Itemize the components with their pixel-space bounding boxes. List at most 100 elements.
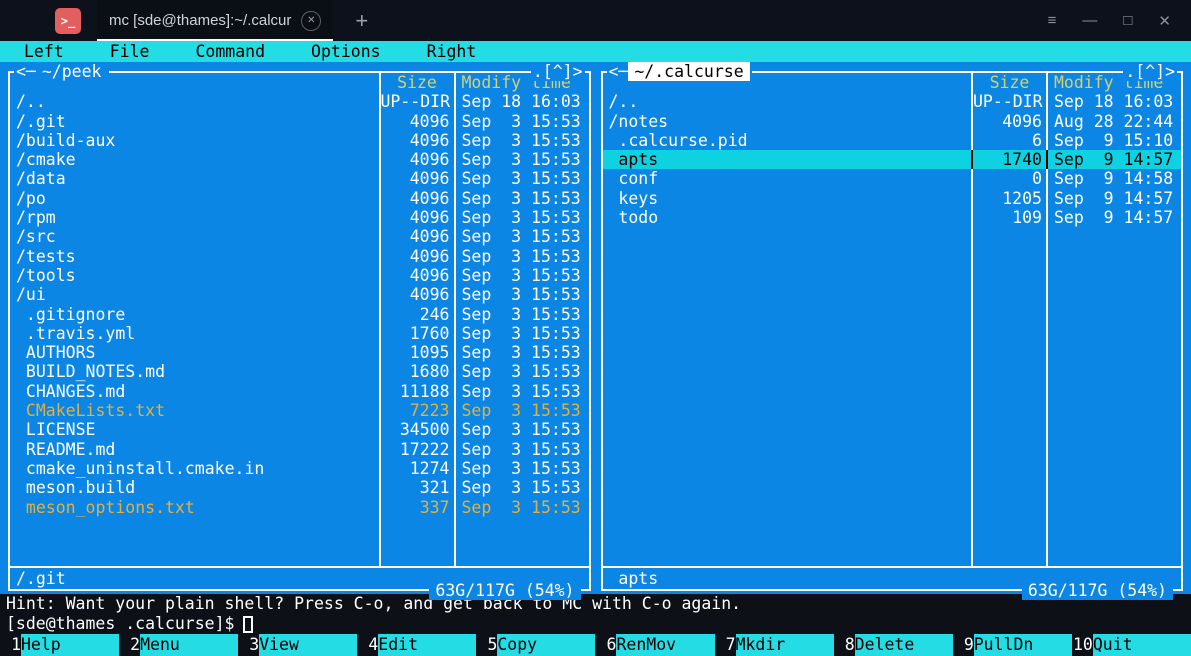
- file-row[interactable]: apts1740Sep 9 14:57: [603, 150, 1182, 169]
- file-name: /.git: [10, 112, 379, 131]
- menu-item-options[interactable]: Options: [311, 41, 381, 62]
- file-name: README.md: [10, 440, 379, 459]
- file-mtime: Sep 3 15:53: [454, 401, 589, 420]
- file-mtime: Sep 3 15:53: [454, 285, 589, 304]
- file-row[interactable]: /po4096Sep 3 15:53: [10, 189, 589, 208]
- right-file-list: /..UP--DIRSep 18 16:03/notes4096Aug 28 2…: [603, 92, 1182, 566]
- file-mtime: Sep 9 14:57: [1046, 150, 1181, 169]
- file-size: 4096: [379, 208, 454, 227]
- menu-icon[interactable]: ≡: [1048, 12, 1057, 30]
- file-name: /src: [10, 227, 379, 246]
- file-name: /..: [10, 92, 379, 111]
- file-mtime: Sep 3 15:53: [454, 189, 589, 208]
- file-row[interactable]: todo109Sep 9 14:57: [603, 208, 1182, 227]
- file-size: 4096: [379, 189, 454, 208]
- file-row[interactable]: keys1205Sep 9 14:57: [603, 189, 1182, 208]
- file-name: /ui: [10, 285, 379, 304]
- file-name: conf: [603, 169, 972, 188]
- file-row[interactable]: /..UP--DIRSep 18 16:03: [603, 92, 1182, 111]
- file-mtime: Sep 9 15:10: [1046, 131, 1181, 150]
- file-row[interactable]: LICENSE34500Sep 3 15:53: [10, 420, 589, 439]
- file-mtime: Sep 3 15:53: [454, 382, 589, 401]
- file-row[interactable]: /rpm4096Sep 3 15:53: [10, 208, 589, 227]
- file-row[interactable]: CHANGES.md11188Sep 3 15:53: [10, 382, 589, 401]
- file-size: 0: [971, 169, 1046, 188]
- menu-item-right[interactable]: Right: [427, 41, 477, 62]
- menu-item-file[interactable]: File: [110, 41, 150, 62]
- file-row[interactable]: /..UP--DIRSep 18 16:03: [10, 92, 589, 111]
- new-tab-icon[interactable]: +: [355, 8, 368, 34]
- close-icon[interactable]: ✕: [1158, 12, 1171, 30]
- file-mtime: Sep 3 15:53: [454, 305, 589, 324]
- left-panel-nav-buttons[interactable]: .[^]>: [531, 62, 585, 81]
- column-size[interactable]: Size: [379, 73, 454, 92]
- file-row[interactable]: CMakeLists.txt7223Sep 3 15:53: [10, 401, 589, 420]
- file-row[interactable]: /.git4096Sep 3 15:53: [10, 112, 589, 131]
- tab-close-icon[interactable]: ✕: [301, 11, 321, 31]
- file-row[interactable]: .gitignore246Sep 3 15:53: [10, 305, 589, 324]
- file-name: CMakeLists.txt: [10, 401, 379, 420]
- file-row[interactable]: meson_options.txt337Sep 3 15:53: [10, 498, 589, 517]
- file-name: /data: [10, 169, 379, 188]
- left-panel-title: <─ ~/peek: [14, 62, 109, 81]
- file-mtime: Sep 18 16:03: [454, 92, 589, 111]
- file-size: 246: [379, 305, 454, 324]
- file-name: .calcurse.pid: [603, 131, 972, 150]
- file-mtime: Sep 3 15:53: [454, 131, 589, 150]
- file-size: 1205: [971, 189, 1046, 208]
- file-size: 4096: [379, 112, 454, 131]
- file-name: .travis.yml: [10, 324, 379, 343]
- file-row[interactable]: /ui4096Sep 3 15:53: [10, 285, 589, 304]
- file-mtime: Sep 3 15:53: [454, 169, 589, 188]
- file-row[interactable]: /build-aux4096Sep 3 15:53: [10, 131, 589, 150]
- terminal-tab[interactable]: mc [sde@thames]:~/.calcur ✕: [97, 0, 333, 41]
- file-row[interactable]: .travis.yml1760Sep 3 15:53: [10, 324, 589, 343]
- file-size: 4096: [379, 131, 454, 150]
- file-mtime: Aug 28 22:44: [1046, 112, 1181, 131]
- right-panel: <─ ~/.calcurse .[^]> .n Name Size Modify…: [601, 71, 1184, 591]
- file-mtime: Sep 9 14:58: [1046, 169, 1181, 188]
- menu-item-left[interactable]: Left: [24, 41, 64, 62]
- file-size: 11188: [379, 382, 454, 401]
- panel-back-arrow[interactable]: <─: [16, 62, 36, 81]
- minimize-icon[interactable]: —: [1082, 12, 1097, 30]
- file-row[interactable]: /notes4096Aug 28 22:44: [603, 112, 1182, 131]
- left-panel-path[interactable]: ~/peek: [36, 62, 108, 81]
- file-name: /tools: [10, 266, 379, 285]
- file-row[interactable]: AUTHORS1095Sep 3 15:53: [10, 343, 589, 362]
- file-name: apts: [603, 150, 972, 169]
- file-row[interactable]: BUILD_NOTES.md1680Sep 3 15:53: [10, 362, 589, 381]
- file-size: 17222: [379, 440, 454, 459]
- right-panel-nav-buttons[interactable]: .[^]>: [1123, 62, 1177, 81]
- file-name: keys: [603, 189, 972, 208]
- file-row[interactable]: /tools4096Sep 3 15:53: [10, 266, 589, 285]
- file-name: LICENSE: [10, 420, 379, 439]
- file-size: 4096: [379, 266, 454, 285]
- file-row[interactable]: cmake_uninstall.cmake.in1274Sep 3 15:53: [10, 459, 589, 478]
- file-mtime: Sep 3 15:53: [454, 227, 589, 246]
- file-mtime: Sep 3 15:53: [454, 112, 589, 131]
- panel-back-arrow[interactable]: <─: [609, 62, 629, 81]
- file-row[interactable]: /tests4096Sep 3 15:53: [10, 247, 589, 266]
- column-size[interactable]: Size: [971, 73, 1046, 92]
- file-mtime: Sep 3 15:53: [454, 343, 589, 362]
- file-name: AUTHORS: [10, 343, 379, 362]
- file-row[interactable]: README.md17222Sep 3 15:53: [10, 440, 589, 459]
- file-name: /build-aux: [10, 131, 379, 150]
- right-free-space: 63G/117G (54%): [1022, 581, 1173, 600]
- file-row[interactable]: /data4096Sep 3 15:53: [10, 169, 589, 188]
- file-row[interactable]: meson.build321Sep 3 15:53: [10, 478, 589, 497]
- file-row[interactable]: /src4096Sep 3 15:53: [10, 227, 589, 246]
- file-size: UP--DIR: [971, 92, 1046, 111]
- right-panel-path[interactable]: ~/.calcurse: [628, 62, 749, 81]
- maximize-icon[interactable]: □: [1123, 12, 1132, 30]
- file-row[interactable]: conf0Sep 9 14:58: [603, 169, 1182, 188]
- tab-title: mc [sde@thames]:~/.calcur: [109, 12, 291, 29]
- file-mtime: Sep 3 15:53: [454, 478, 589, 497]
- left-file-list: /..UP--DIRSep 18 16:03/.git4096Sep 3 15:…: [10, 92, 589, 566]
- menu-item-command[interactable]: Command: [196, 41, 266, 62]
- file-row[interactable]: .calcurse.pid6Sep 9 15:10: [603, 131, 1182, 150]
- hint-line: Hint: Want your plain shell? Press C-o, …: [0, 594, 1191, 614]
- file-row[interactable]: /cmake4096Sep 3 15:53: [10, 150, 589, 169]
- command-prompt[interactable]: [sde@thames .calcurse]$: [0, 614, 1191, 634]
